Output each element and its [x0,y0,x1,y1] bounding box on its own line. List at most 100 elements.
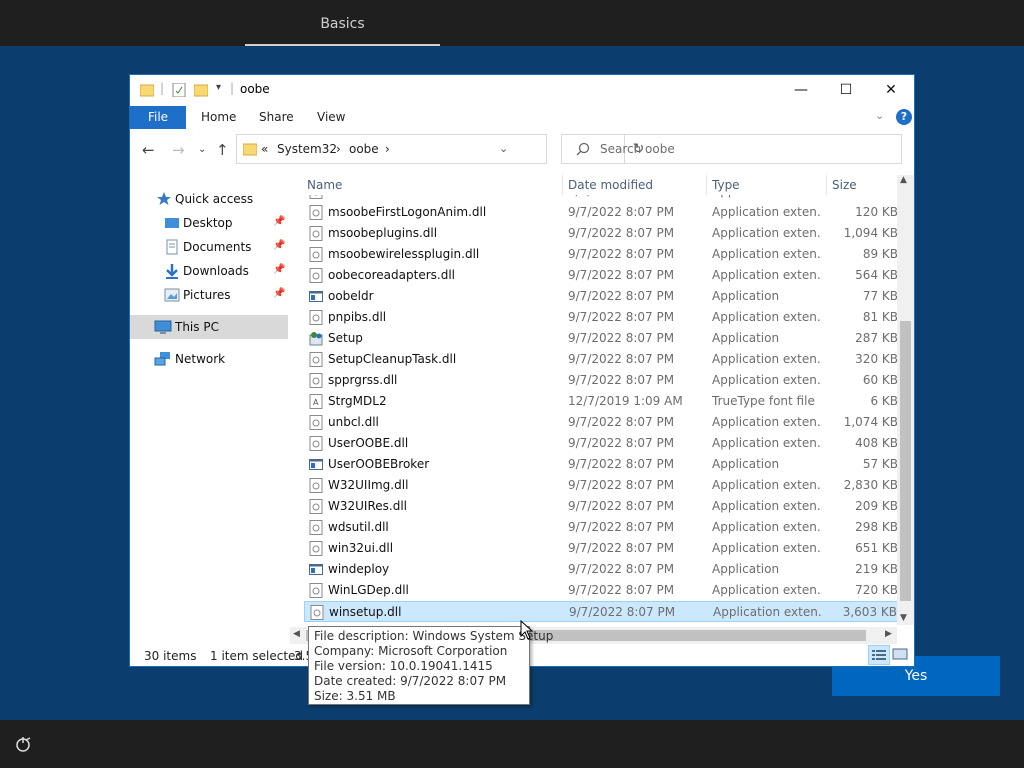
file-list: Name ⌃ Date modified Type Size msoobedui… [304,175,914,649]
nav-network[interactable]: Network [130,347,288,371]
selection-count: 1 item selected [210,649,304,663]
file-row[interactable]: SetupCleanupTask.dll 9/7/2022 8:07 PM Appl… [304,349,900,370]
expand-ribbon-icon[interactable]: ⌄ [875,109,884,122]
file-size: 209 KB [855,499,898,513]
large-icons-view-icon[interactable] [890,645,912,665]
breadcrumb-oobe[interactable]: oobe [349,142,379,156]
nav-quick-access[interactable]: Quick access [130,187,288,211]
file-row[interactable]: W32UIRes.dll 9/7/2022 8:07 PM Application … [304,496,900,517]
vertical-scrollbar[interactable]: ▲ ▼ [897,175,914,625]
up-icon[interactable]: ↑ [216,141,229,159]
file-row[interactable]: win32ui.dll 9/7/2022 8:07 PM Application e… [304,538,900,559]
search-input[interactable]: Search oobe [600,142,675,156]
tab-file[interactable]: File [130,106,186,129]
breadcrumb-overflow[interactable]: « [261,142,268,156]
pin-icon[interactable]: 📌 [273,240,285,251]
file-type: Application exten... [712,373,822,387]
file-type: Application exten... [712,205,822,219]
accessibility-icon[interactable] [12,734,34,756]
close-button[interactable]: ✕ [868,75,914,105]
customize-toolbar-icon[interactable]: ▾ [216,82,221,93]
file-row[interactable]: winsetup.dll 9/7/2022 8:07 PM Application … [304,601,900,622]
dll-file-icon [309,195,323,199]
minimize-button[interactable]: — [778,75,824,105]
tab-view[interactable]: View [317,106,345,129]
file-row[interactable]: unbcl.dll 9/7/2022 8:07 PM Application ext… [304,412,900,433]
file-row[interactable]: msoobeplugins.dll 9/7/2022 8:07 PM Applica… [304,223,900,244]
search-box[interactable]: Search oobe [561,134,902,164]
tab-home[interactable]: Home [201,106,236,129]
scroll-down-icon[interactable]: ▼ [900,613,907,623]
file-row[interactable]: msoobewirelessplugin.dll 9/7/2022 8:07 PM… [304,244,900,265]
file-type: Application [712,289,780,303]
properties-icon[interactable] [172,82,186,100]
file-row[interactable]: windeploy 9/7/2022 8:07 PM Application 219 … [304,559,900,580]
file-name: UserOOBEBroker [328,457,430,471]
file-row[interactable]: wdsutil.dll 9/7/2022 8:07 PM Application e… [304,517,900,538]
file-name: W32UIImg.dll [328,478,409,492]
file-row[interactable]: WinLGDep.dll 9/7/2022 8:07 PM Application … [304,580,900,601]
file-row[interactable]: UserOOBE.dll 9/7/2022 8:07 PM Application … [304,433,900,454]
file-name: unbcl.dll [328,415,379,429]
breadcrumb-separator[interactable]: › [385,142,390,156]
item-count: 30 items [144,649,197,663]
address-bar[interactable]: « System32 › oobe › ⌄ ↻ [236,134,644,164]
application-icon [309,331,323,346]
column-header-type[interactable]: Type [712,175,740,195]
file-date: 9/7/2022 8:07 PM [568,478,675,492]
file-name: W32UIRes.dll [328,499,407,513]
vertical-scroll-thumb[interactable] [900,321,911,601]
file-date: 9/7/2022 8:07 PM [568,268,675,282]
scroll-up-icon[interactable]: ▲ [900,175,907,185]
pin-icon[interactable]: 📌 [273,288,285,299]
file-row[interactable]: msoobeFirstLogonAnim.dll 9/7/2022 8:07 PM… [304,202,900,223]
help-icon[interactable]: ? [896,109,912,125]
nav-pictures[interactable]: Pictures 📌 [130,283,288,307]
file-row[interactable]: oobecoreadapters.dll 9/7/2022 8:07 PM Appl… [304,265,900,286]
column-header-size[interactable]: Size [832,175,857,195]
file-size: 81 KB [862,310,898,324]
forward-icon[interactable]: → [172,141,185,159]
breadcrumb-separator[interactable]: › [336,142,341,156]
pin-icon[interactable]: 📌 [273,216,285,227]
nav-documents[interactable]: Documents 📌 [130,235,288,259]
file-row[interactable]: Setup 9/7/2022 8:07 PM Application 287 KB [304,328,900,349]
file-row[interactable]: A StrgMDL2 12/7/2019 1:09 AM TrueType font … [304,391,900,412]
nav-desktop[interactable]: Desktop 📌 [130,211,288,235]
back-icon[interactable]: ← [142,141,155,159]
file-name: UserOOBE.dll [328,436,409,450]
title-bar: | ▾ | oobe — ☐ ✕ [130,75,914,105]
file-size: 408 KB [855,436,898,450]
file-date: 9/7/2022 8:07 PM [569,605,676,619]
file-rows: msoobedui.dll 9/7/2022 8:07 PM Application… [304,195,900,629]
file-row[interactable]: spprgrss.dll 9/7/2022 8:07 PM Application … [304,370,900,391]
scroll-right-icon[interactable]: ▶ [885,629,892,639]
folder-icon [242,142,258,159]
file-row[interactable]: msoobedui.dll 9/7/2022 8:07 PM Application… [304,195,900,202]
address-dropdown-icon[interactable]: ⌄ [499,142,508,155]
maximize-button[interactable]: ☐ [823,75,869,105]
nav-this-pc[interactable]: This PC [130,315,288,339]
file-row[interactable]: UserOOBEBroker 9/7/2022 8:07 PM Applicatio… [304,454,900,475]
file-name: msoobeFirstLogonAnim.dll [328,205,487,219]
tab-share[interactable]: Share [259,106,294,129]
dll-file-icon [309,436,323,451]
computer-icon [154,319,172,335]
sort-ascending-icon: ⌃ [428,175,436,180]
breadcrumb-system32[interactable]: System32 [277,142,337,156]
scroll-left-icon[interactable]: ◀ [293,629,300,639]
tab-basics[interactable]: Basics [245,0,440,46]
file-size: 564 KB [855,268,898,282]
new-folder-icon[interactable] [193,83,209,100]
file-row[interactable]: W32UIImg.dll 9/7/2022 8:07 PM Application … [304,475,900,496]
file-row[interactable]: pnpibs.dll 9/7/2022 8:07 PM Application ex… [304,307,900,328]
nav-downloads[interactable]: Downloads 📌 [130,259,288,283]
column-header-date[interactable]: Date modified [568,175,653,195]
pin-icon[interactable]: 📌 [273,264,285,275]
details-view-icon[interactable] [868,645,890,665]
file-type: Application exten... [712,520,822,534]
recent-locations-icon[interactable]: ⌄ [198,144,206,155]
file-row[interactable]: oobeldr 9/7/2022 8:07 PM Application 77 KB [304,286,900,307]
dll-file-icon [309,373,323,388]
column-header-name[interactable]: Name [307,175,342,195]
